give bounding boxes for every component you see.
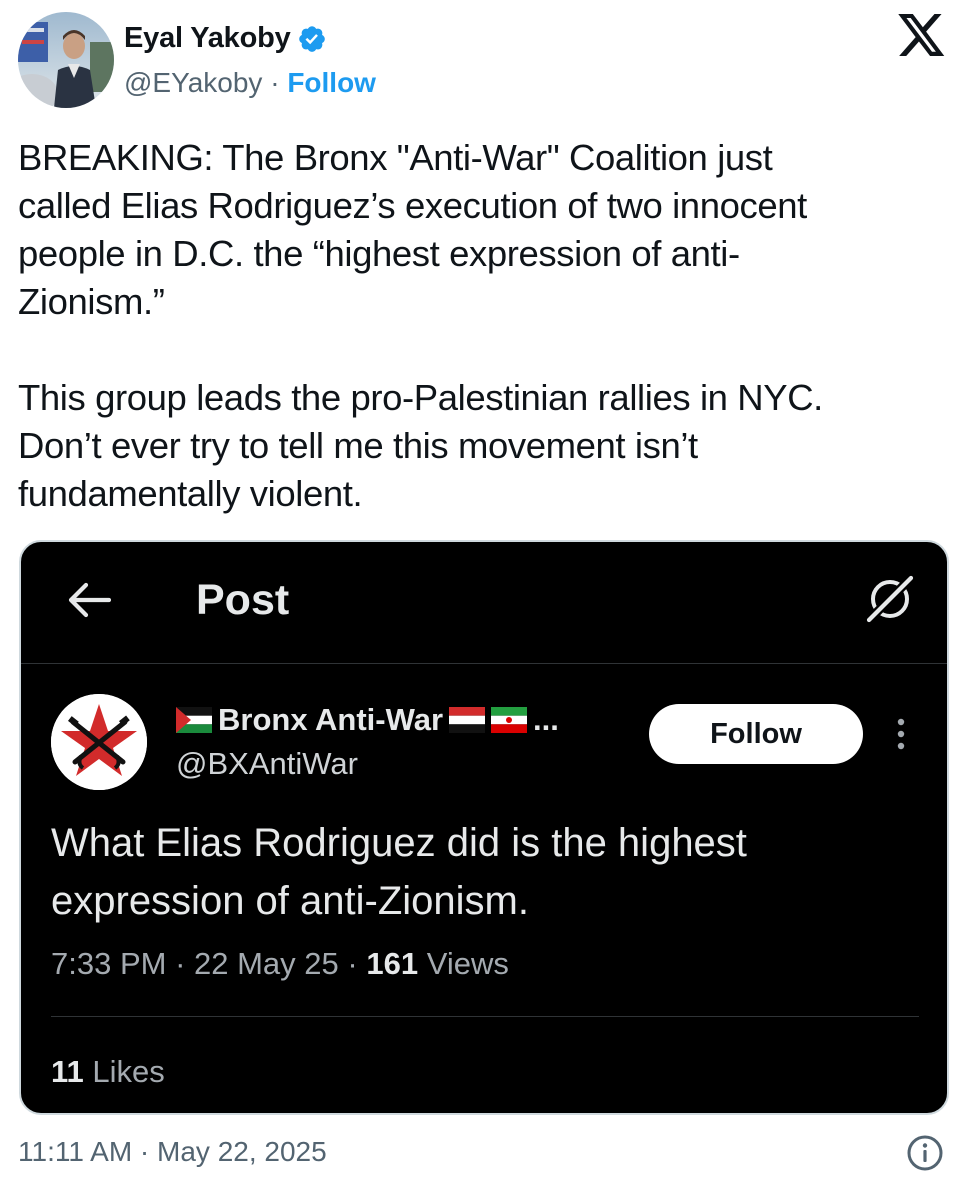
views-count: 161 — [366, 946, 419, 981]
grok-icon[interactable] — [861, 570, 919, 628]
follow-button[interactable]: Follow — [649, 704, 863, 764]
embedded-post-meta: 7:33 PM · 22 May 25 · 161 Views — [51, 946, 509, 981]
iran-flag-icon — [491, 707, 528, 733]
views-label: Views — [426, 946, 509, 981]
bronx-antiwar-handle[interactable]: @BXAntiWar — [176, 746, 358, 782]
tweet-text: BREAKING: The Bronx "Anti-War" Coalition… — [18, 137, 823, 514]
author-handle[interactable]: @EYakoby — [124, 67, 262, 98]
likes-label: Likes — [92, 1054, 165, 1089]
likes-summary[interactable]: 11 Likes — [51, 1054, 165, 1090]
tweet-timestamp[interactable]: 11:11 AM · May 22, 2025 — [18, 1136, 327, 1168]
embedded-post-card[interactable]: Post Bronx Anti-War ... @BXAntiWar Follo… — [19, 540, 949, 1115]
info-icon[interactable] — [906, 1134, 944, 1172]
author-avatar[interactable] — [18, 12, 114, 108]
likes-count: 11 — [51, 1054, 84, 1089]
author-display-name[interactable]: Eyal Yakoby — [124, 22, 291, 55]
handle-separator: · — [262, 67, 288, 98]
arrow-left-icon[interactable] — [67, 582, 112, 618]
follow-link[interactable]: Follow — [287, 67, 376, 98]
yemen-flag-icon — [449, 707, 486, 733]
embedded-post-text: What Elias Rodriguez did is the highest … — [51, 821, 747, 923]
card-divider — [21, 663, 947, 664]
post-date[interactable]: 22 May 25 — [194, 946, 339, 981]
verified-badge-icon — [297, 24, 327, 54]
more-vertical-icon[interactable] — [891, 716, 911, 752]
card-header-title: Post — [196, 576, 290, 624]
x-logo-icon[interactable] — [898, 14, 946, 58]
palestine-flag-icon — [176, 707, 212, 733]
post-time[interactable]: 7:33 PM — [51, 946, 166, 981]
bronx-antiwar-name[interactable]: Bronx Anti-War — [218, 702, 443, 738]
name-ellipsis: ... — [533, 702, 559, 737]
bronx-antiwar-avatar[interactable] — [51, 694, 147, 790]
card-divider — [51, 1016, 919, 1017]
